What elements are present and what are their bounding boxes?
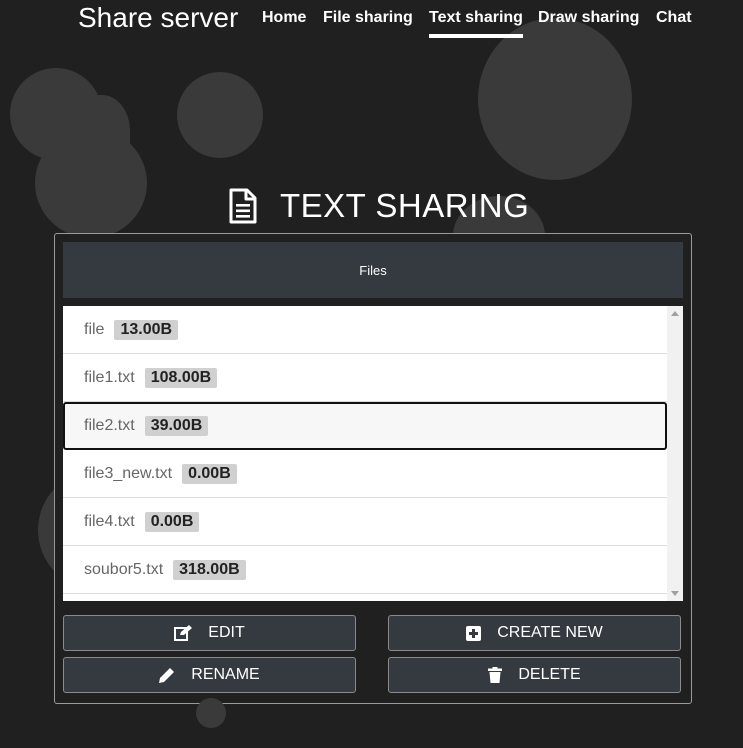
rename-label: RENAME — [191, 666, 260, 683]
file-size-badge: 0.00B — [144, 511, 200, 532]
background-blob — [478, 18, 632, 180]
nav-link-text-sharing[interactable]: Text sharing — [429, 9, 523, 38]
file-size-badge: 39.00B — [144, 416, 209, 436]
page-title: TEXT SHARING — [228, 186, 529, 226]
rename-button[interactable]: RENAME — [63, 657, 356, 693]
file-name: file1.txt — [84, 368, 135, 386]
file-list-items: file 13.00B file1.txt 108.00B file2.txt 39.00… — [63, 306, 667, 594]
brand-title[interactable]: Share server — [78, 2, 238, 34]
delete-button[interactable]: DELETE — [388, 657, 681, 693]
scroll-thumb[interactable] — [670, 320, 680, 587]
file-name: file4.txt — [84, 512, 135, 530]
files-panel: Files file 13.00B file1.txt 108.00B file2.tx… — [54, 233, 692, 704]
file-name: file3_new.txt — [84, 464, 173, 482]
file-list-scrollbar[interactable] — [667, 306, 683, 601]
file-list[interactable]: file 13.00B file1.txt 108.00B file2.txt 39.00… — [63, 306, 683, 601]
page-title-text: TEXT SHARING — [280, 187, 530, 224]
file-row[interactable]: file3_new.txt 0.00B — [63, 450, 667, 498]
edit-button[interactable]: EDIT — [63, 615, 356, 651]
trash-icon — [488, 667, 503, 683]
file-size-badge: 0.00B — [182, 463, 237, 484]
delete-label: DELETE — [518, 666, 581, 683]
edit-label: EDIT — [208, 624, 245, 641]
scroll-indicator[interactable] — [196, 698, 226, 728]
file-name: soubor5.txt — [84, 560, 164, 578]
edit-icon — [174, 625, 193, 641]
scroll-down-icon[interactable] — [671, 591, 679, 596]
navbar: Share server Home File sharing Text shar… — [0, 0, 743, 40]
file-row[interactable]: file 13.00B — [63, 306, 667, 354]
nav-link-file-sharing[interactable]: File sharing — [323, 9, 413, 27]
file-row[interactable]: soubor5.txt 318.00B — [63, 546, 667, 594]
file-size-badge: 108.00B — [144, 367, 218, 388]
create-new-label: CREATE NEW — [497, 624, 603, 641]
files-header: Files — [63, 242, 683, 298]
background-blob — [177, 72, 263, 158]
file-row[interactable]: file4.txt 0.00B — [63, 498, 667, 546]
file-row[interactable]: file2.txt 39.00B — [63, 402, 667, 450]
file-size-badge: 13.00B — [114, 319, 179, 340]
plus-square-icon — [466, 625, 482, 641]
nav-link-chat[interactable]: Chat — [656, 9, 692, 27]
pencil-icon — [159, 668, 175, 683]
file-row[interactable]: file1.txt 108.00B — [63, 354, 667, 402]
nav-link-home[interactable]: Home — [262, 9, 306, 27]
file-size-badge: 318.00B — [173, 559, 246, 580]
background-blob — [60, 95, 130, 185]
scroll-up-icon[interactable] — [671, 311, 679, 316]
document-icon — [229, 188, 257, 224]
nav-link-draw-sharing[interactable]: Draw sharing — [538, 9, 639, 27]
file-name: file — [84, 320, 105, 338]
create-new-button[interactable]: CREATE NEW — [388, 615, 681, 651]
file-name: file2.txt — [84, 417, 135, 434]
